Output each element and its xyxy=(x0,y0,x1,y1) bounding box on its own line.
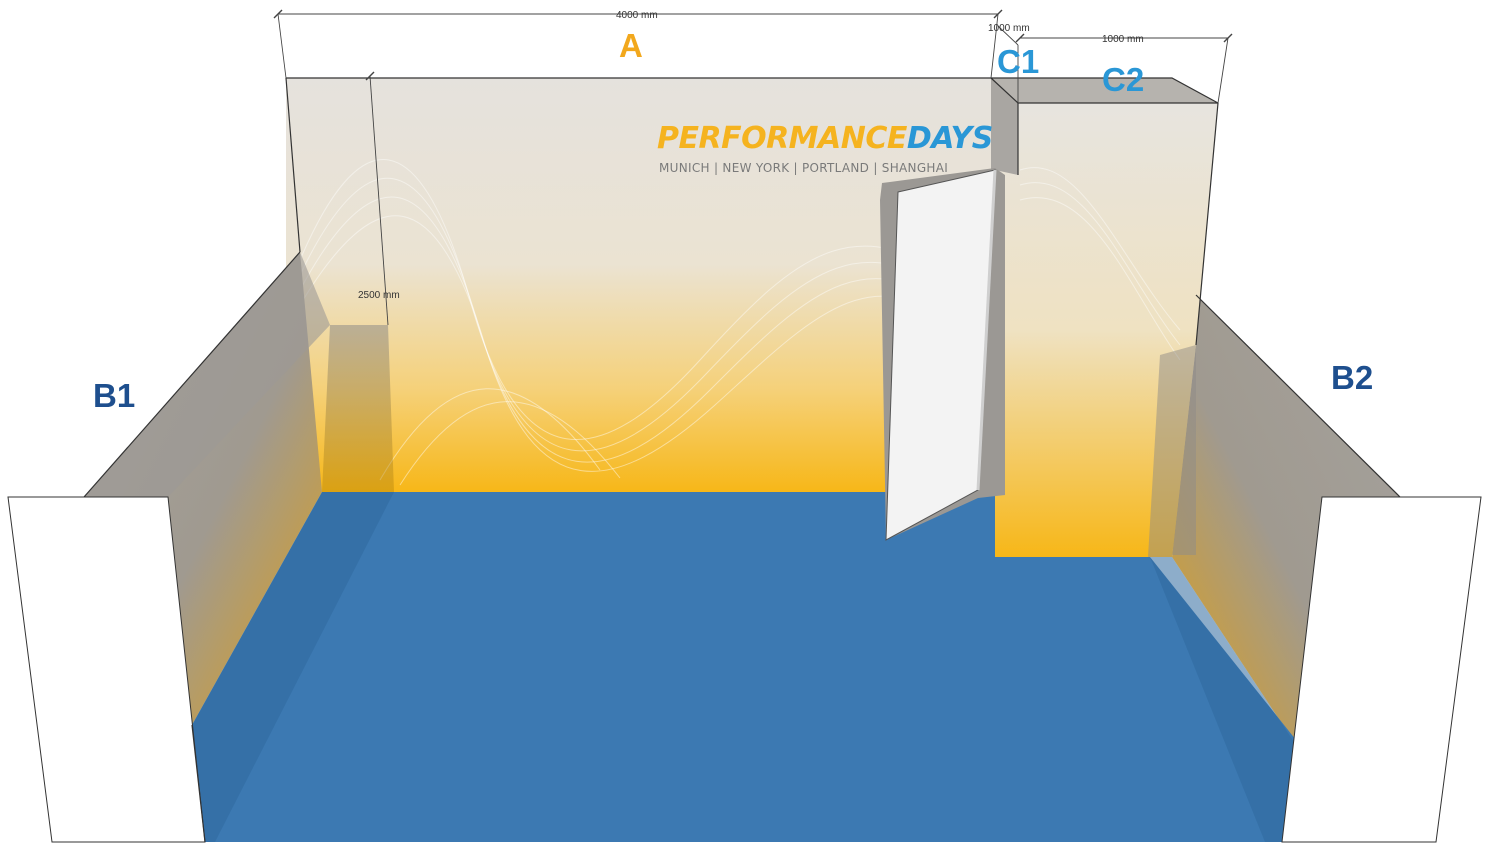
logo-cities: MUNICH | NEW YORK | PORTLAND | SHANGHAI xyxy=(659,161,948,175)
zone-label-c2: C2 xyxy=(1102,61,1145,98)
dim-label-a-width: 4000 mm xyxy=(616,10,658,21)
zone-label-b2: B2 xyxy=(1331,359,1374,396)
svg-text:PERFORMANCEDAYS: PERFORMANCEDAYS xyxy=(657,121,993,156)
logo-brand-performance: PERFORMANCE xyxy=(657,121,908,156)
dimension-ticks xyxy=(273,9,1233,81)
booth-diagram: 4000 mm 1000 mm 1000 mm 2500 mm PERFORMA… xyxy=(7,9,1482,843)
dim-label-a-height: 2500 mm xyxy=(358,290,400,301)
performance-days-logo: PERFORMANCEDAYS MUNICH | NEW YORK | PORT… xyxy=(657,121,993,175)
zone-label-c1: C1 xyxy=(997,43,1040,80)
wall-a-left-shade xyxy=(322,325,394,492)
logo-brand-days: DAYS xyxy=(907,121,993,156)
dim-label-c1-width: 1000 mm xyxy=(988,23,1030,34)
zone-label-a: A xyxy=(619,27,643,64)
dim-label-c2-width: 1000 mm xyxy=(1102,34,1144,45)
zone-label-b1: B1 xyxy=(93,377,136,414)
